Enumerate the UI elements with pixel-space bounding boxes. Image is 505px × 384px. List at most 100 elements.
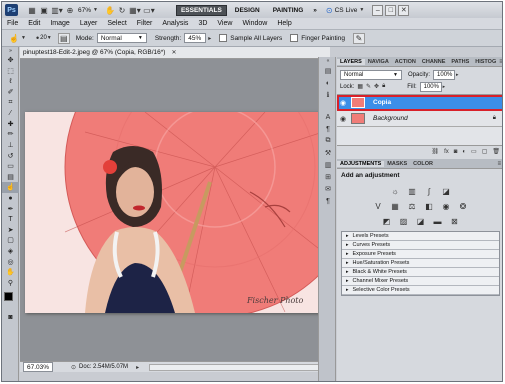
menu-edit[interactable]: Edit — [23, 20, 45, 27]
lock-all-icon[interactable]: 🔒︎ — [382, 83, 385, 90]
tab-channels[interactable]: CHANNE — [419, 59, 449, 65]
healing-brush-tool-icon[interactable]: ✚ — [2, 119, 19, 130]
lock-pixels-icon[interactable]: ✎ — [366, 83, 371, 90]
dodge-tool-icon[interactable]: ● — [2, 193, 19, 204]
collapse-dock-icon[interactable]: « — [319, 57, 337, 65]
workspace-design-button[interactable]: DESIGN — [230, 5, 265, 16]
document-tab[interactable]: pinuptest18-Edit-2.jpeg @ 67% (Copia, RG… — [20, 47, 330, 59]
tab-layers[interactable]: LAYERS — [337, 58, 365, 65]
delete-layer-icon[interactable]: 🗑︎ — [492, 148, 500, 155]
adjustment-layer-icon[interactable]: ◐ — [462, 149, 466, 155]
vibrance-icon[interactable]: V — [373, 201, 384, 212]
menu-3d[interactable]: 3D — [193, 20, 212, 27]
workspace-painting-button[interactable]: PAINTING — [268, 5, 309, 16]
preset-channel-mixer[interactable]: ▸ Channel Mixer Presets — [342, 277, 499, 286]
posterize-icon[interactable]: ▨ — [398, 216, 409, 227]
zoom-field[interactable]: 67.03% — [23, 362, 53, 372]
pen-tool-icon[interactable]: ✒ — [2, 203, 19, 214]
eye-icon[interactable]: ◉ — [337, 99, 349, 107]
chevron-right-icon[interactable]: ▸ — [456, 72, 459, 78]
panel-menu-icon[interactable]: ≡ — [497, 161, 501, 167]
move-tool-icon[interactable]: ✥ — [2, 55, 19, 66]
collapse-tools-icon[interactable]: » — [2, 47, 19, 55]
opacity-input[interactable]: 100% — [433, 69, 456, 80]
quick-mask-icon[interactable]: ◙ — [2, 312, 19, 323]
history-panel-icon[interactable]: ▤ — [319, 65, 337, 77]
channel-mixer-icon[interactable]: ❂ — [458, 201, 469, 212]
blend-mode-select[interactable]: Normal ▼ — [340, 69, 402, 80]
lasso-tool-icon[interactable]: ℓ — [2, 76, 19, 87]
mini-bridge-icon[interactable]: ▣ — [38, 6, 50, 15]
measurement-panel-icon[interactable]: ⊞ — [319, 171, 337, 183]
menu-filter[interactable]: Filter — [132, 20, 158, 27]
tab-actions[interactable]: ACTION — [392, 59, 419, 65]
eraser-tool-icon[interactable]: ▭ — [2, 161, 19, 172]
lock-position-icon[interactable]: ✥ — [374, 83, 379, 90]
menu-view[interactable]: View — [212, 20, 237, 27]
preset-curves[interactable]: ▸ Curves Presets — [342, 241, 499, 250]
gradient-map-icon[interactable]: ▬ — [432, 216, 443, 227]
clone-stamp-tool-icon[interactable]: ⊥ — [2, 140, 19, 151]
brush-panel-icon[interactable]: ▤ — [57, 32, 70, 44]
chevron-right-icon[interactable]: ▸ — [208, 35, 211, 42]
type-tool-icon[interactable]: T — [2, 214, 19, 225]
new-layer-icon[interactable]: ▢ — [482, 148, 488, 155]
menu-file[interactable]: File — [2, 20, 23, 27]
menu-image[interactable]: Image — [45, 20, 74, 27]
info-icon[interactable]: ⊙ — [71, 364, 76, 371]
smudge-tool-icon[interactable]: ☝ — [2, 182, 19, 193]
grid-icon[interactable]: ▥▾ — [50, 6, 64, 15]
menu-help[interactable]: Help — [272, 20, 296, 27]
layer-style-icon[interactable]: fx — [444, 149, 449, 155]
paragraph-panel-icon[interactable]: ¶ — [319, 123, 337, 135]
brightness-contrast-icon[interactable]: ☼ — [390, 186, 401, 197]
shape-tool-icon[interactable]: ▢ — [2, 235, 19, 246]
info-panel-icon[interactable]: ℹ — [319, 89, 337, 101]
tab-color[interactable]: COLOR — [410, 161, 436, 167]
eye-icon[interactable]: ◉ — [337, 115, 349, 123]
panel-menu-icon[interactable]: ≡ — [499, 59, 502, 65]
mode-select[interactable]: Normal ▼ — [96, 33, 147, 43]
animation-panel-icon[interactable]: ▥ — [319, 159, 337, 171]
zoom-level[interactable]: 67% — [78, 7, 91, 14]
tab-navigator[interactable]: NAVIGA — [365, 59, 392, 65]
chevron-down-icon[interactable]: ▼ — [21, 35, 26, 41]
bridge-icon[interactable]: ▦ — [26, 6, 38, 15]
color-balance-icon[interactable]: ⚖ — [407, 201, 418, 212]
styles-panel-icon[interactable]: ¶ — [319, 195, 337, 207]
canvas-area[interactable]: Fischer Photo — [20, 59, 330, 361]
finger-painting-checkbox[interactable] — [290, 34, 299, 42]
workspace-essentials-button[interactable]: ESSENTIALS — [175, 4, 227, 16]
strength-input[interactable]: 45% — [184, 33, 207, 43]
gradient-tool-icon[interactable]: ▤ — [2, 172, 19, 183]
preset-exposure[interactable]: ▸ Exposure Presets — [342, 250, 499, 259]
clone-source-panel-icon[interactable]: ⧉ — [319, 135, 337, 147]
new-group-icon[interactable]: ▭ — [471, 148, 477, 155]
tab-adjustments[interactable]: ADJUSTMENTS — [337, 160, 385, 167]
tab-masks[interactable]: MASKS — [384, 161, 410, 167]
invert-icon[interactable]: ◩ — [381, 216, 392, 227]
link-layers-icon[interactable]: ⛓ — [431, 148, 439, 155]
photo-filter-icon[interactable]: ◉ — [441, 201, 452, 212]
brush-preset-icon[interactable]: • — [36, 33, 39, 43]
crop-tool-icon[interactable]: ⌗ — [2, 97, 19, 108]
smudge-tool-icon[interactable]: ☝ — [7, 34, 21, 43]
quick-select-tool-icon[interactable]: ✐ — [2, 87, 19, 98]
selective-color-icon[interactable]: ⊠ — [449, 216, 460, 227]
brush-size[interactable]: 20 — [40, 35, 47, 41]
menu-select[interactable]: Select — [102, 20, 131, 27]
notes-panel-icon[interactable]: ✉ — [319, 183, 337, 195]
preset-hue-saturation[interactable]: ▸ Hue/Saturation Presets — [342, 259, 499, 268]
preset-levels[interactable]: ▸ Levels Presets — [342, 232, 499, 241]
marquee-tool-icon[interactable]: ⬚ — [2, 66, 19, 77]
color-swatches[interactable] — [2, 290, 18, 312]
menu-layer[interactable]: Layer — [75, 20, 103, 27]
black-white-icon[interactable]: ◧ — [424, 201, 435, 212]
minimize-icon[interactable]: – — [372, 4, 384, 16]
eyedropper-tool-icon[interactable]: ⁄ — [2, 108, 19, 119]
character-panel-icon[interactable]: A — [319, 111, 337, 123]
tab-paths[interactable]: PATHS — [448, 59, 472, 65]
layer-mask-icon[interactable]: ◙ — [454, 149, 458, 155]
menu-analysis[interactable]: Analysis — [157, 20, 193, 27]
close-icon[interactable]: ✕ — [398, 4, 410, 16]
